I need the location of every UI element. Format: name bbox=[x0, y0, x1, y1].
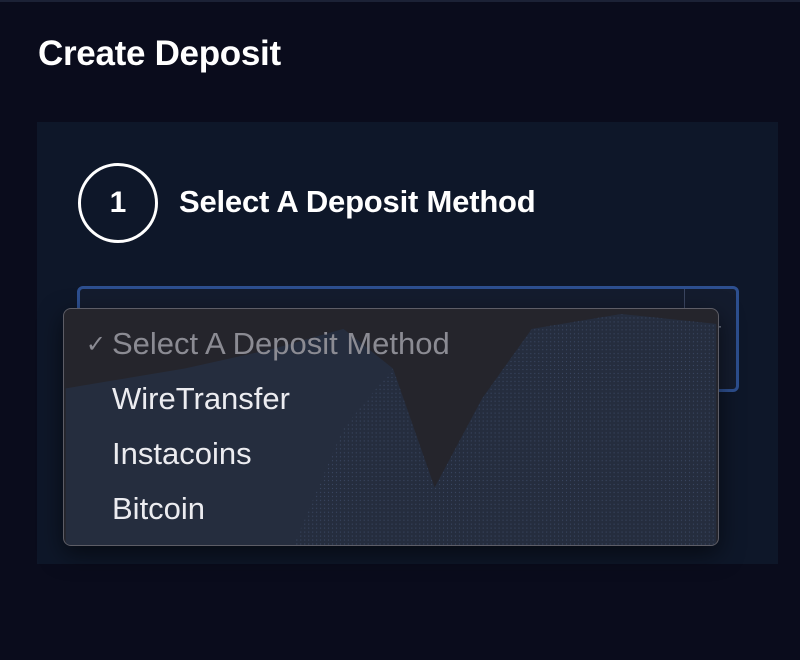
dropdown-option-wiretransfer[interactable]: WireTransfer bbox=[64, 372, 718, 426]
step-number: 1 bbox=[109, 186, 127, 219]
checkmark-icon: ✓ bbox=[85, 330, 106, 358]
top-border bbox=[0, 0, 800, 2]
step-number-badge: 1 bbox=[78, 163, 158, 243]
dropdown-option-bitcoin[interactable]: Bitcoin bbox=[64, 482, 718, 536]
dropdown-option-placeholder[interactable]: ✓ Select A Deposit Method bbox=[64, 317, 718, 371]
dropdown-option-instacoins[interactable]: Instacoins bbox=[64, 427, 718, 481]
page-title: Create Deposit bbox=[38, 34, 281, 73]
deposit-method-dropdown: ✓ Select A Deposit Method WireTransfer I… bbox=[63, 308, 719, 546]
step-title: Select A Deposit Method bbox=[179, 184, 536, 219]
